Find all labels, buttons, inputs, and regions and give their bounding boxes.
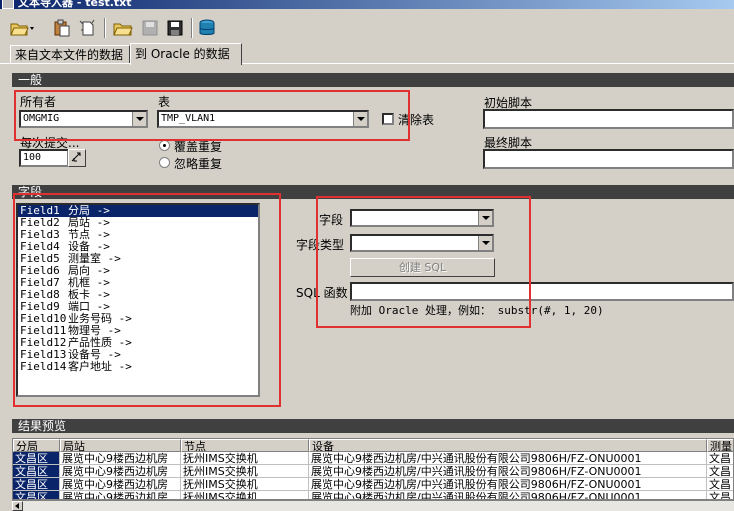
owner-dropdown[interactable]: OMGMIG: [19, 110, 148, 128]
ignore-radio[interactable]: [159, 157, 170, 168]
commit-value: 100: [23, 152, 42, 163]
save-disk-icon: [167, 20, 183, 36]
clear-table-checkbox[interactable]: [382, 113, 394, 125]
clear-table-label: 清除表: [398, 113, 435, 127]
sql-func-label: SQL 函数: [296, 286, 348, 300]
grid-column-header[interactable]: 分局: [13, 439, 60, 452]
grid-cell[interactable]: 展览中心9楼西边机房/中兴通讯股份有限公司9806H/FZ-ONU0001: [309, 491, 707, 499]
save-disabled-button[interactable]: [140, 18, 160, 38]
field-type-label: 字段类型: [296, 238, 345, 252]
grid-cell[interactable]: 文昌区: [13, 452, 60, 465]
open-folder-icon: [9, 19, 35, 37]
import-button[interactable]: [112, 18, 136, 38]
table-dropdown[interactable]: TMP_VLAN1: [157, 110, 369, 128]
sql-hint: 附加 Oracle 处理，例如： substr(#, 1, 20): [350, 304, 604, 317]
field-list[interactable]: Field1 分局 -> Field2 局站 -> Field3 节点 -> Field4 设…: [16, 203, 260, 397]
new-document-icon: [79, 19, 97, 37]
grid-cell[interactable]: 文昌: [707, 478, 733, 491]
grid-cell[interactable]: 抚州IMS交换机: [181, 491, 309, 499]
grid-column-header[interactable]: 局站: [60, 439, 181, 452]
results-grid[interactable]: 分局 局站 节点 设备 测量 文昌区 展览中心9楼西边机房 抚州IMS交换机 展览中心9楼西边机…: [12, 438, 734, 500]
grid-cell[interactable]: 文昌: [707, 452, 733, 465]
open-file-button[interactable]: [8, 18, 36, 38]
section-preview-header: 结果预览: [12, 419, 734, 433]
toolbar-separator: [104, 18, 106, 38]
grid-cell[interactable]: 展览中心9楼西边机房: [60, 478, 181, 491]
grid-column-header[interactable]: 节点: [181, 439, 309, 452]
grid-cell[interactable]: 文昌: [707, 465, 733, 478]
field-id: Field14: [20, 360, 67, 373]
grid-cell[interactable]: 抚州IMS交换机: [181, 452, 309, 465]
database-icon: [198, 19, 216, 37]
grid-cell[interactable]: 展览中心9楼西边机房/中兴通讯股份有限公司9806H/FZ-ONU0001: [309, 465, 707, 478]
field-list-item[interactable]: Field14 客户地址 ->: [18, 361, 258, 373]
grid-cell[interactable]: 文昌区: [13, 478, 60, 491]
chevron-down-icon[interactable]: [353, 112, 367, 126]
new-button[interactable]: [78, 18, 98, 38]
final-script-input[interactable]: [483, 149, 734, 169]
paste-button[interactable]: [52, 18, 72, 38]
toolbar: [0, 10, 734, 44]
clipboard-icon: [53, 19, 71, 37]
owner-label: 所有者: [20, 95, 57, 109]
tab-oracle-data[interactable]: 到 Oracle 的数据: [130, 43, 242, 65]
database-button[interactable]: [196, 18, 218, 38]
chevron-down-icon[interactable]: [132, 112, 146, 126]
field-name: 客户地址: [68, 360, 112, 373]
window-title: 文本导入器 - test.txt: [18, 0, 132, 9]
field-label: 字段: [319, 213, 344, 227]
disk-icon: [142, 20, 158, 36]
ignore-label: 忽略重复: [174, 157, 223, 171]
grid-cell[interactable]: 展览中心9楼西边机房: [60, 452, 181, 465]
grid-cell[interactable]: 文昌区: [13, 465, 60, 478]
commit-stepper[interactable]: [68, 149, 86, 167]
grid-column-header[interactable]: 测量: [707, 439, 733, 452]
field-type-dropdown[interactable]: [350, 234, 494, 252]
save-button[interactable]: [165, 18, 185, 38]
grid-cell[interactable]: 展览中心9楼西边机房/中兴通讯股份有限公司9806H/FZ-ONU0001: [309, 452, 707, 465]
grid-cell[interactable]: 抚州IMS交换机: [181, 465, 309, 478]
scroll-left-icon[interactable]: [12, 501, 23, 511]
create-sql-button[interactable]: 创建 SQL: [350, 258, 495, 277]
folder-open-icon: [113, 19, 135, 37]
chevron-down-icon[interactable]: [478, 236, 492, 250]
grid-cell[interactable]: 展览中心9楼西边机房: [60, 491, 181, 499]
grid-cell[interactable]: 展览中心9楼西边机房/中兴通讯股份有限公司9806H/FZ-ONU0001: [309, 478, 707, 491]
stepper-icon: [70, 152, 84, 167]
commit-input[interactable]: 100: [19, 149, 69, 167]
field-arrow: ->: [112, 360, 132, 373]
chevron-down-icon[interactable]: [478, 211, 492, 225]
overwrite-radio[interactable]: [159, 140, 170, 151]
init-script-input[interactable]: [483, 109, 734, 129]
sql-func-input[interactable]: [350, 282, 734, 301]
table-value: TMP_VLAN1: [161, 113, 216, 124]
owner-value: OMGMIG: [23, 113, 60, 124]
grid-cell[interactable]: 展览中心9楼西边机房: [60, 465, 181, 478]
table-label: 表: [158, 95, 171, 109]
title-bar: 文本导入器 - test.txt: [0, 0, 734, 9]
grid-cell[interactable]: 文昌: [707, 491, 733, 499]
section-fields-header: 字段: [12, 185, 734, 199]
horizontal-scrollbar[interactable]: [12, 500, 734, 511]
field-dropdown[interactable]: [350, 209, 494, 227]
toolbar-separator: [191, 18, 193, 38]
grid-column-header[interactable]: 设备: [309, 439, 707, 452]
tab-text-file-data[interactable]: 来自文本文件的数据: [10, 45, 130, 63]
app-icon: [2, 0, 14, 9]
overwrite-label: 覆盖重复: [174, 140, 223, 154]
section-general-header: 一般: [12, 73, 734, 87]
grid-cell[interactable]: 文昌区: [13, 491, 60, 499]
grid-cell[interactable]: 抚州IMS交换机: [181, 478, 309, 491]
